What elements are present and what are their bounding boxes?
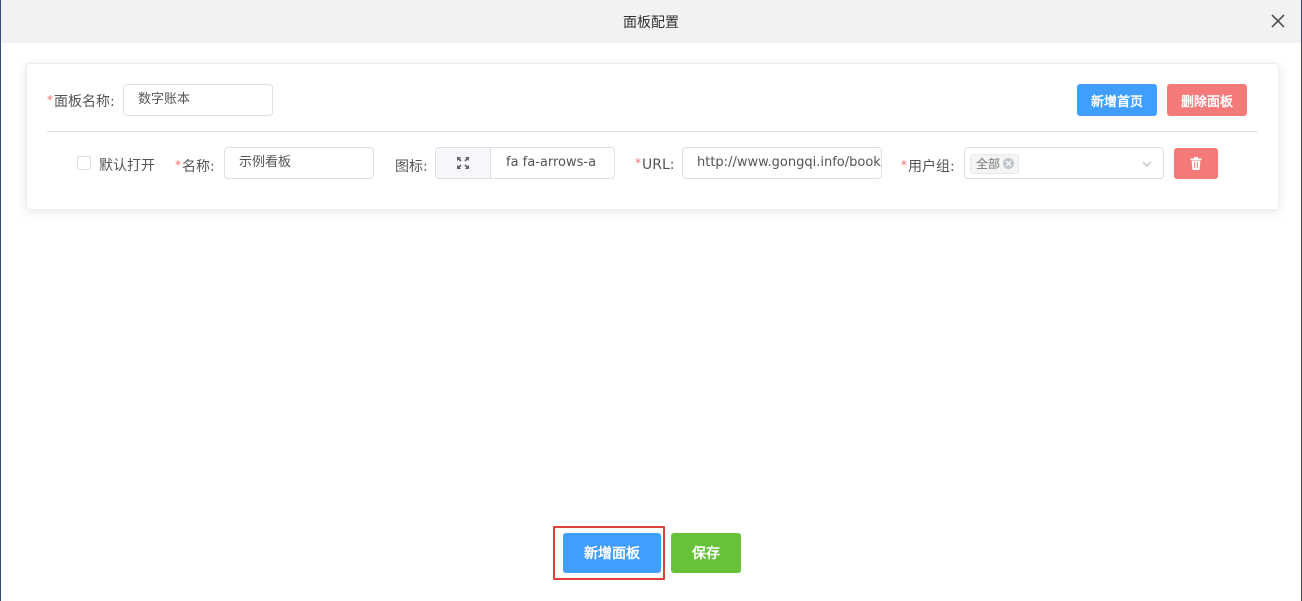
add-home-button[interactable]: 新增首页 [1077,84,1157,116]
dialog-header: 面板配置 [1,0,1301,43]
user-group-tag-text: 全部 [976,157,1001,171]
icon-input[interactable]: fa fa-arrows-a [506,148,610,178]
delete-panel-button[interactable]: 删除面板 [1167,84,1247,116]
user-group-label-text: 用户组: [908,159,955,175]
icon-label: 图标: [395,159,428,175]
close-icon [1005,160,1012,167]
default-open-label: 默认打开 [99,158,155,174]
trash-icon [1190,157,1202,170]
required-mark: * [635,156,641,170]
panel-config-dialog: 面板配置 *面板名称: 数字账本 新增首页 删除面板 默认打开 *名称: 示例看… [0,0,1302,601]
highlight-box [553,526,665,580]
arrows-expand-icon [457,157,469,169]
user-group-select[interactable]: 全部 [964,147,1164,179]
panel-name-input[interactable]: 数字账本 [123,84,273,116]
close-button[interactable] [1269,12,1287,30]
url-label-text: URL: [642,157,675,173]
close-icon [1271,14,1285,28]
save-button[interactable]: 保存 [671,533,741,573]
panel-name-label: *面板名称: [47,91,115,111]
chevron-down-icon[interactable] [1141,158,1153,170]
tag-close-icon[interactable] [1003,158,1015,169]
required-mark: * [901,158,907,172]
default-open-checkbox[interactable] [77,156,91,170]
icon-picker-button[interactable] [436,148,491,178]
divider [47,131,1258,132]
board-name-label: *名称: [175,156,215,176]
dialog-title: 面板配置 [623,15,679,31]
user-group-label: *用户组: [901,156,955,176]
panel-card: *面板名称: 数字账本 新增首页 删除面板 默认打开 *名称: 示例看板 图标:… [26,63,1279,210]
url-label: *URL: [635,156,675,173]
panel-name-label-text: 面板名称: [54,94,115,110]
required-mark: * [175,158,181,172]
delete-row-button[interactable] [1174,148,1218,179]
board-name-label-text: 名称: [182,159,215,175]
user-group-tag: 全部 [970,154,1020,174]
board-name-input[interactable]: 示例看板 [224,147,374,179]
icon-input-group[interactable]: fa fa-arrows-a [435,147,615,179]
required-mark: * [47,93,53,107]
url-input[interactable]: http://www.gongqi.info/book/C [682,147,882,179]
